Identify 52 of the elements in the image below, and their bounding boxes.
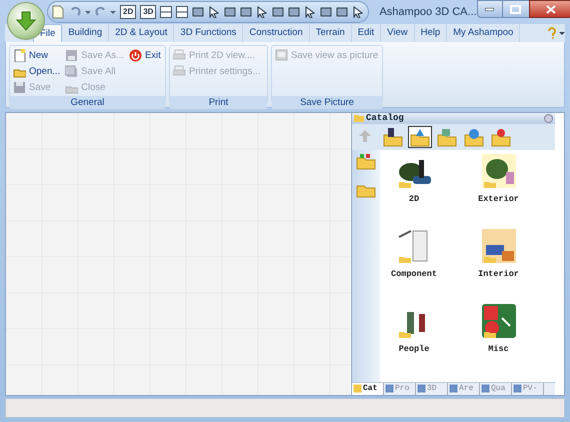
minimize-icon: [485, 8, 494, 10]
help-icon[interactable]: [547, 26, 565, 39]
split-view-icon[interactable]: [160, 6, 172, 18]
power-icon: [128, 49, 142, 62]
folder-icon[interactable]: [356, 184, 376, 198]
folder-icon: [490, 126, 512, 147]
tab-icon: [353, 384, 362, 394]
catalog-item[interactable]: Component: [386, 228, 442, 285]
folder-icon: [409, 126, 431, 147]
floppy-disks-icon: [65, 65, 78, 78]
tab-icon: [513, 384, 522, 394]
printer-icon: [173, 65, 186, 78]
ribbon-group-title: Save Picture: [272, 96, 382, 109]
catalog-item[interactable]: Interior: [470, 228, 526, 285]
catalog-thumbnail-drawing: [482, 304, 516, 338]
ribbon-button[interactable]: New: [13, 48, 60, 64]
ribbon-button[interactable]: Exit: [128, 48, 161, 64]
catalog-tool-button[interactable]: [381, 126, 405, 148]
printer-icon: [173, 49, 186, 62]
minimize-button[interactable]: [476, 0, 503, 18]
catalog-title: Catalog: [366, 114, 404, 123]
catalog-item[interactable]: People: [386, 304, 442, 360]
split-view-icon[interactable]: [176, 6, 188, 18]
tab-icon: [481, 384, 490, 394]
catalog-tool-button[interactable]: [408, 126, 432, 148]
folder-icon[interactable]: [356, 154, 376, 170]
catalog-item[interactable]: Misc: [470, 304, 526, 360]
tab-icon: [385, 384, 394, 394]
catalog-thumbnail-drawing: [482, 154, 516, 188]
ribbon-button[interactable]: Open...: [13, 64, 60, 80]
new-document-icon: [13, 49, 26, 62]
new-document-icon[interactable]: [52, 4, 64, 19]
ribbon-group-title: General: [10, 96, 165, 109]
panel-tab[interactable]: Cat: [352, 382, 384, 395]
folder-icon: [382, 126, 404, 147]
tab-icon: [417, 384, 426, 394]
catalog-item[interactable]: 2D: [386, 154, 442, 210]
tab-icon: [449, 384, 458, 394]
view-mode-button[interactable]: 3D: [140, 4, 156, 19]
redo-icon[interactable]: [94, 6, 116, 18]
down-arrow-icon: [15, 10, 37, 32]
maximize-icon: [510, 4, 522, 14]
ribbon-group-title: Print: [170, 96, 267, 109]
folder-icon: [436, 126, 458, 147]
picture-icon: [275, 49, 288, 62]
close-button[interactable]: [528, 0, 570, 18]
view-mode-button[interactable]: 2D: [120, 4, 136, 19]
catalog-thumbnail-drawing: [482, 228, 516, 263]
window-title: Ashampoo 3D CA...: [379, 4, 477, 20]
close-icon: [546, 4, 556, 14]
globe-icon: [463, 126, 485, 147]
catalog-item[interactable]: Exterior: [470, 154, 526, 210]
